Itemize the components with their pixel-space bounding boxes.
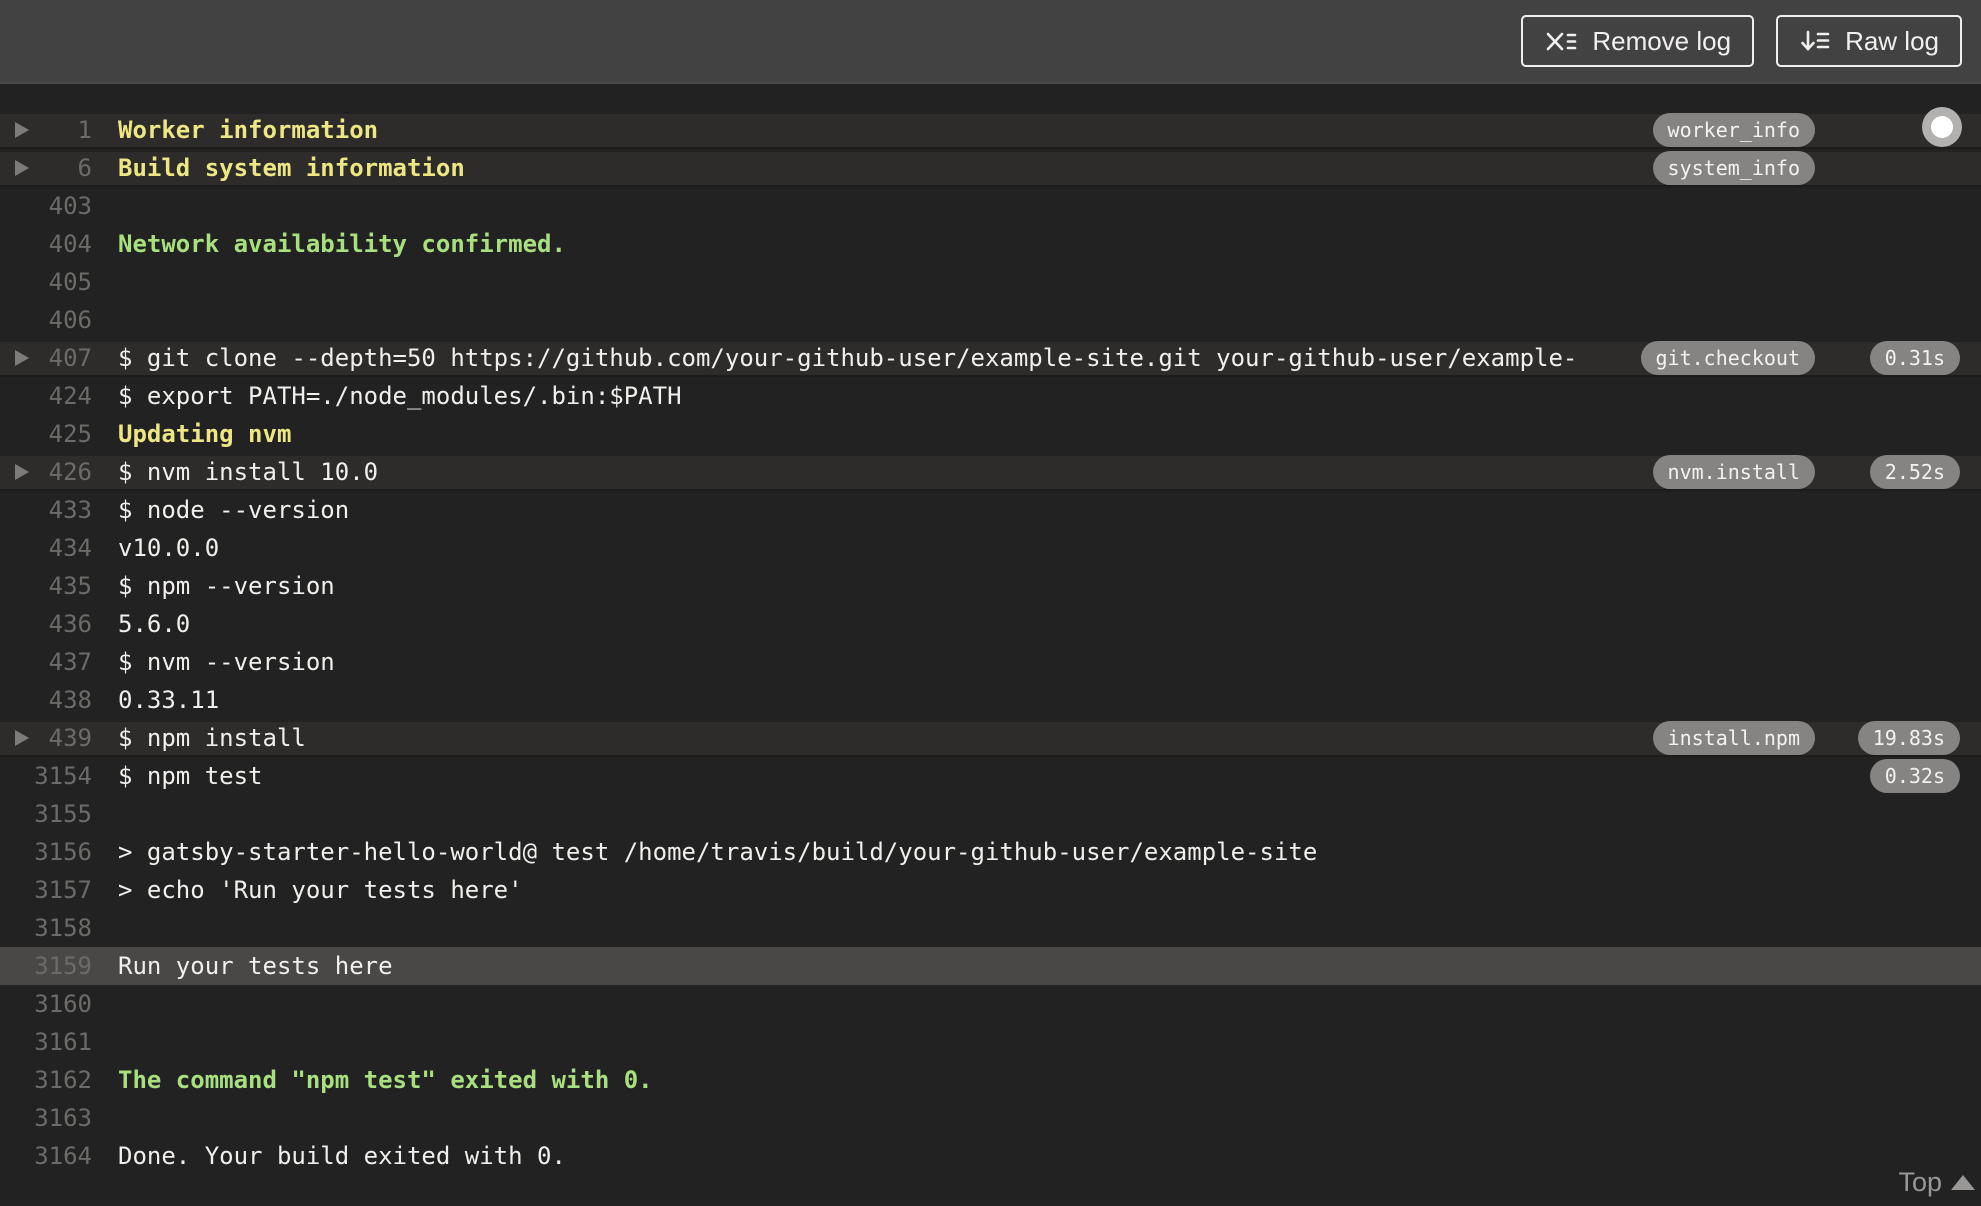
log-row: 3156 > gatsby-starter-hello-world@ test /… <box>0 833 1981 871</box>
log-row: 404 Network availability confirmed. <box>0 225 1981 263</box>
toolbar: Remove log Raw log <box>0 0 1981 84</box>
line-number-link[interactable]: 403 <box>0 187 92 225</box>
remove-log-icon <box>1544 27 1578 55</box>
log-text: > gatsby-starter-hello-world@ test /home… <box>118 838 1318 866</box>
build-log: 1 Worker information worker_info 6 Build sys… <box>0 84 1981 1206</box>
log-text: $ git clone --depth=50 https://github.co… <box>118 344 1578 372</box>
line-number-link[interactable]: 438 <box>0 681 92 719</box>
fold-tag-badge: system_info <box>1652 151 1815 185</box>
log-text: $ nvm --version <box>118 648 335 676</box>
line-number-link[interactable]: 3162 <box>0 1061 92 1099</box>
log-row: 3164 Done. Your build exited with 0. <box>0 1137 1981 1175</box>
log-text: $ node --version <box>118 496 350 524</box>
log-row: 433 $ node --version <box>0 491 1981 529</box>
log-text: $ export PATH=./node_modules/.bin:$PATH <box>118 382 682 410</box>
fold-tag-badge: nvm.install <box>1652 455 1815 489</box>
log-text: 0.33.11 <box>118 686 220 714</box>
line-number-link[interactable]: 404 <box>0 225 92 263</box>
line-number-link[interactable]: 435 <box>0 567 92 605</box>
log-text: Worker information <box>118 116 379 144</box>
line-number-link[interactable]: 437 <box>0 643 92 681</box>
line-number-link[interactable]: 1 <box>0 111 92 149</box>
log-row: 437 $ nvm --version <box>0 643 1981 681</box>
remove-log-button[interactable]: Remove log <box>1521 15 1755 67</box>
log-text: The command "npm test" exited with 0. <box>118 1066 653 1094</box>
log-row: 3160 <box>0 985 1981 1023</box>
log-row: 3162 The command "npm test" exited with 0… <box>0 1061 1981 1099</box>
line-number-link[interactable]: 3161 <box>0 1023 92 1061</box>
log-row: 439 $ npm install install.npm 19.83s <box>0 719 1981 757</box>
log-text: Build system information <box>118 154 465 182</box>
line-number-link[interactable]: 424 <box>0 377 92 415</box>
scroll-to-top-label: Top <box>1898 1167 1942 1197</box>
fold-tag-badge: worker_info <box>1652 113 1815 147</box>
line-number-link[interactable]: 433 <box>0 491 92 529</box>
log-text: 5.6.0 <box>118 610 191 638</box>
log-row: 435 $ npm --version <box>0 567 1981 605</box>
scroll-knob[interactable] <box>1922 107 1962 147</box>
line-number-link[interactable]: 406 <box>0 301 92 339</box>
caret-up-icon <box>1951 1175 1975 1190</box>
line-number-link[interactable]: 3159 <box>0 947 92 985</box>
log-text: Run your tests here <box>118 952 393 980</box>
fold-tag-badge: install.npm <box>1652 721 1815 755</box>
log-text: $ npm install <box>118 724 306 752</box>
line-number-link[interactable]: 434 <box>0 529 92 567</box>
line-number-link[interactable]: 3157 <box>0 871 92 909</box>
scroll-to-top-link[interactable]: Top <box>1898 1167 1975 1198</box>
log-row: 403 <box>0 187 1981 225</box>
raw-log-button[interactable]: Raw log <box>1776 15 1962 67</box>
log-row: 3158 <box>0 909 1981 947</box>
log-row: 3157 > echo 'Run your tests here' <box>0 871 1981 909</box>
line-number-link[interactable]: 426 <box>0 453 92 491</box>
log-row: 434 v10.0.0 <box>0 529 1981 567</box>
log-text: Done. Your build exited with 0. <box>118 1142 566 1170</box>
duration-badge: 0.32s <box>1869 759 1960 793</box>
log-text: Updating nvm <box>118 420 292 448</box>
log-row: 3154 $ npm test 0.32s <box>0 757 1981 795</box>
raw-log-label: Raw log <box>1845 25 1939 56</box>
remove-log-label: Remove log <box>1592 25 1732 56</box>
line-number-link[interactable]: 3163 <box>0 1099 92 1137</box>
log-text: $ nvm install 10.0 <box>118 458 379 486</box>
log-row: 3163 <box>0 1099 1981 1137</box>
log-row: 6 Build system information system_info <box>0 149 1981 187</box>
log-row: 436 5.6.0 <box>0 605 1981 643</box>
log-row: 406 <box>0 301 1981 339</box>
log-row: 3159 Run your tests here <box>0 947 1981 985</box>
line-number-link[interactable]: 3155 <box>0 795 92 833</box>
log-text: $ npm test <box>118 762 263 790</box>
line-number-link[interactable]: 3160 <box>0 985 92 1023</box>
log-row: 425 Updating nvm <box>0 415 1981 453</box>
log-text: > echo 'Run your tests here' <box>118 876 523 904</box>
line-number-link[interactable]: 3158 <box>0 909 92 947</box>
log-row: 424 $ export PATH=./node_modules/.bin:$PA… <box>0 377 1981 415</box>
duration-badge: 0.31s <box>1869 341 1960 375</box>
line-number-link[interactable]: 405 <box>0 263 92 301</box>
scroll-knob-dot <box>1931 116 1953 138</box>
duration-badge: 2.52s <box>1869 455 1960 489</box>
log-text: $ npm --version <box>118 572 335 600</box>
log-row: 3161 <box>0 1023 1981 1061</box>
line-number-link[interactable]: 407 <box>0 339 92 377</box>
line-number-link[interactable]: 3164 <box>0 1137 92 1175</box>
log-text: Network availability confirmed. <box>118 230 566 258</box>
line-number-link[interactable]: 3156 <box>0 833 92 871</box>
log-row: 1 Worker information worker_info <box>0 111 1981 149</box>
duration-badge: 19.83s <box>1857 721 1960 755</box>
log-row: 426 $ nvm install 10.0 nvm.install 2.52s <box>0 453 1981 491</box>
line-number-link[interactable]: 3154 <box>0 757 92 795</box>
line-number-link[interactable]: 436 <box>0 605 92 643</box>
log-row: 407 $ git clone --depth=50 https://github… <box>0 339 1981 377</box>
line-number-link[interactable]: 439 <box>0 719 92 757</box>
log-row: 3155 <box>0 795 1981 833</box>
log-text: v10.0.0 <box>118 534 220 562</box>
line-number-link[interactable]: 425 <box>0 415 92 453</box>
fold-tag-badge: git.checkout <box>1640 341 1815 375</box>
line-number-link[interactable]: 6 <box>0 149 92 187</box>
log-row: 438 0.33.11 <box>0 681 1981 719</box>
log-row: 405 <box>0 263 1981 301</box>
raw-log-icon <box>1799 27 1831 55</box>
